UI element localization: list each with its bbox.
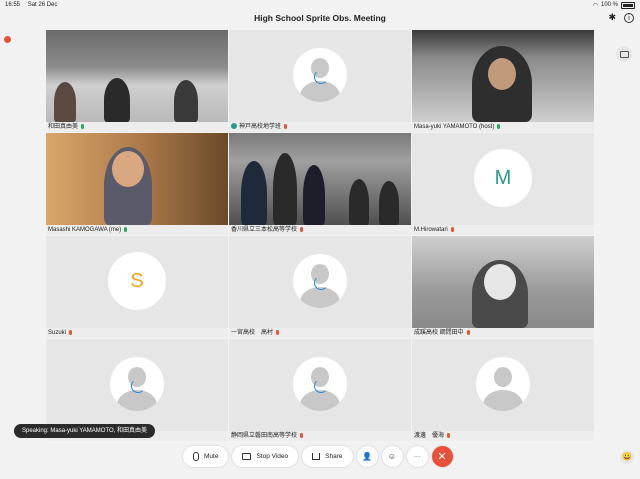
- status-time: 16:55: [5, 2, 21, 8]
- participant-tile[interactable]: S Suzuki: [46, 236, 228, 338]
- avatar: [293, 253, 347, 308]
- wifi-icon: ◠: [592, 2, 598, 9]
- loading-icon: [314, 69, 328, 84]
- participant-tile[interactable]: 渡邊 優海: [412, 339, 594, 441]
- participants-button[interactable]: 👤: [356, 446, 378, 467]
- mute-button[interactable]: Mute: [183, 446, 229, 467]
- participant-tile[interactable]: 静岡県立磐田南高等学校: [229, 339, 411, 441]
- stop-video-button[interactable]: Stop Video: [232, 446, 299, 467]
- video-feed: [412, 30, 594, 122]
- video-feed: [229, 133, 411, 225]
- video-feed: [46, 30, 228, 122]
- share-button[interactable]: Share: [302, 446, 353, 467]
- participant-name: 一宮高校 高村: [229, 328, 411, 338]
- participant-tile[interactable]: 和田真由美: [46, 30, 228, 132]
- more-button[interactable]: ···: [406, 446, 428, 467]
- participant-tile[interactable]: 成蹊高校 鋼問田中: [412, 236, 594, 338]
- avatar-letter: S: [108, 251, 166, 310]
- globe-icon: [231, 123, 237, 130]
- loading-icon: [314, 378, 328, 393]
- participant-name: M.Hirowatari: [412, 225, 594, 235]
- video-feed: [412, 236, 594, 328]
- person-icon: 👤: [362, 452, 372, 461]
- avatar: [293, 356, 347, 411]
- mic-off-icon: [284, 123, 288, 129]
- share-label: Share: [325, 453, 343, 460]
- participant-tile[interactable]: 神戸高校地学班: [229, 30, 411, 132]
- avatar: [476, 356, 530, 411]
- stop-video-label: Stop Video: [256, 453, 289, 460]
- status-bar: 16:55 Sat 26 Dec ◠ 100 %: [0, 0, 640, 10]
- participant-tile[interactable]: 一宮高校 高村: [229, 236, 411, 338]
- leave-button[interactable]: ✕: [431, 446, 453, 467]
- smiley-icon: ☺: [387, 452, 397, 461]
- mic-icon: [193, 452, 199, 461]
- participant-tile[interactable]: Masashi KAMOGAWA (me): [46, 133, 228, 235]
- meeting-controls: Mute Stop Video Share 👤 ☺ ··· ✕: [183, 446, 453, 467]
- mic-off-icon: [69, 329, 73, 335]
- participant-name: 神戸高校地学班: [229, 122, 411, 132]
- mic-off-icon: [447, 432, 451, 438]
- participant-name: Suzuki: [46, 328, 228, 338]
- loading-icon: [131, 378, 145, 393]
- mic-off-icon: [276, 329, 280, 335]
- mic-off-icon: [450, 226, 454, 232]
- meeting-title: High School Sprite Obs. Meeting: [254, 13, 386, 23]
- participant-name: 成蹊高校 鋼問田中: [412, 328, 594, 338]
- mic-on-icon: [124, 226, 128, 232]
- camera-icon: [242, 453, 252, 460]
- battery-percent: 100 %: [600, 2, 618, 8]
- more-icon: ···: [413, 453, 421, 460]
- loading-icon: [314, 275, 328, 290]
- participant-name: 静岡県立磐田南高等学校: [229, 431, 411, 441]
- participant-name: 渡邊 優海: [412, 431, 594, 441]
- emoji-button[interactable]: 😀: [620, 450, 634, 464]
- screen-icon: [619, 50, 629, 58]
- mic-off-icon: [466, 329, 470, 335]
- video-feed: [46, 133, 228, 225]
- reactions-button[interactable]: ☺: [381, 446, 403, 467]
- share-icon: [312, 453, 321, 460]
- mic-on-icon: [497, 123, 501, 129]
- participant-tile[interactable]: M M.Hirowatari: [412, 133, 594, 235]
- participant-name: 和田真由美: [46, 122, 228, 132]
- participant-name: Masashi KAMOGAWA (me): [46, 225, 228, 235]
- video-grid: 和田真由美 神戸高校地学班 Masa-yuki YAMAMOTO (host) …: [46, 30, 594, 441]
- avatar: [110, 356, 164, 411]
- speaking-indicator: Speaking: Masa-yuki YAMAMOTO, 和田真由美: [14, 424, 156, 438]
- info-icon[interactable]: i: [624, 12, 634, 23]
- mic-off-icon: [300, 432, 304, 438]
- recording-dot-icon: [4, 36, 11, 43]
- status-date: Sat 26 Dec: [27, 2, 58, 8]
- participant-tile-active-speaker[interactable]: Masa-yuki YAMAMOTO (host): [412, 30, 594, 132]
- participant-name: 香川県立三本松高等学校: [229, 225, 411, 235]
- participant-name: Masa-yuki YAMAMOTO (host): [412, 122, 594, 132]
- bluetooth-icon[interactable]: ✱: [608, 12, 616, 23]
- close-icon: ✕: [437, 451, 447, 463]
- mic-on-icon: [81, 123, 85, 129]
- mic-off-icon: [300, 226, 304, 232]
- switch-view-button[interactable]: [616, 46, 632, 62]
- avatar: [293, 47, 347, 102]
- participant-tile[interactable]: 香川県立三本松高等学校: [229, 133, 411, 235]
- avatar-letter: M: [474, 148, 532, 207]
- battery-icon: [621, 1, 635, 9]
- mute-label: Mute: [204, 453, 219, 460]
